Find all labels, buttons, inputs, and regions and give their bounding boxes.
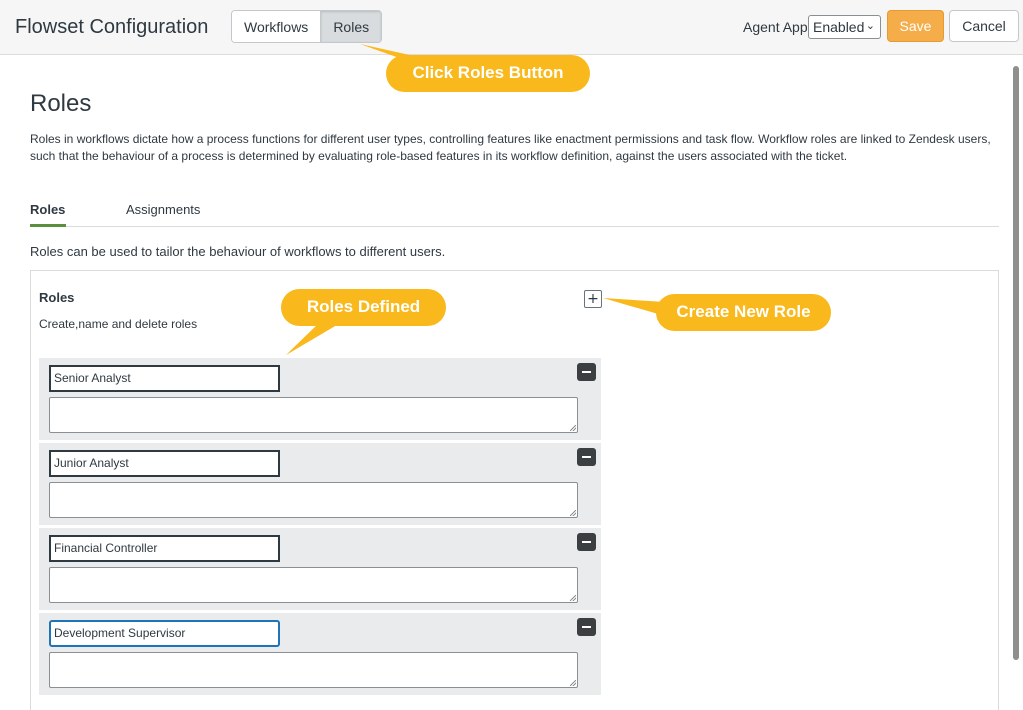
top-bar: Flowset Configuration Workflows Roles Ag… xyxy=(0,0,1023,55)
scrollbar[interactable] xyxy=(1013,66,1019,660)
roles-button[interactable]: Roles xyxy=(320,11,382,42)
role-description-textarea[interactable] xyxy=(49,397,578,433)
cancel-button[interactable]: Cancel xyxy=(949,10,1019,42)
panel-title: Roles xyxy=(39,290,75,305)
remove-role-button[interactable] xyxy=(577,448,596,466)
plus-icon: + xyxy=(587,291,599,307)
role-card: Financial Controller xyxy=(39,528,601,610)
view-switcher: Workflows Roles xyxy=(231,10,383,43)
page-title: Roles xyxy=(30,90,92,117)
tab-description: Roles can be used to tailor the behaviou… xyxy=(30,244,446,259)
save-button[interactable]: Save xyxy=(887,10,944,42)
panel-subtitle: Create,name and delete roles xyxy=(39,317,198,331)
add-role-button[interactable]: + xyxy=(584,290,602,308)
create-role-callout: Create New Role xyxy=(656,294,831,331)
role-description-textarea[interactable] xyxy=(49,482,578,518)
tab-assignments[interactable]: Assignments xyxy=(126,202,200,227)
role-name-input[interactable]: Financial Controller xyxy=(49,535,280,562)
roles-defined-callout: Roles Defined xyxy=(281,289,446,326)
role-card: Development Supervisor xyxy=(39,613,601,695)
tab-roles[interactable]: Roles xyxy=(30,202,66,227)
agent-app-value: Enabled xyxy=(813,19,865,35)
remove-role-button[interactable] xyxy=(577,363,596,381)
roles-panel: Roles Create,name and delete roles + Sen… xyxy=(30,270,999,710)
agent-app-label: Agent App xyxy=(743,19,808,35)
role-card: Senior Analyst xyxy=(39,358,601,440)
app-title: Flowset Configuration xyxy=(15,16,209,38)
tab-bar: Roles Assignments xyxy=(30,200,999,227)
chevron-down-icon: ⌄ xyxy=(865,20,875,32)
roles-button-callout: Click Roles Button xyxy=(386,55,590,92)
agent-app-select[interactable]: Enabled ⌄ xyxy=(808,15,881,39)
role-card: Junior Analyst xyxy=(39,443,601,525)
workflows-button[interactable]: Workflows xyxy=(232,11,321,42)
role-description-textarea[interactable] xyxy=(49,567,578,603)
page-description: Roles in workflows dictate how a process… xyxy=(30,132,991,163)
role-description-textarea[interactable] xyxy=(49,652,578,688)
remove-role-button[interactable] xyxy=(577,618,596,636)
remove-role-button[interactable] xyxy=(577,533,596,551)
role-name-input[interactable]: Junior Analyst xyxy=(49,450,280,477)
role-name-input[interactable]: Development Supervisor xyxy=(49,620,280,647)
role-name-input[interactable]: Senior Analyst xyxy=(49,365,280,392)
